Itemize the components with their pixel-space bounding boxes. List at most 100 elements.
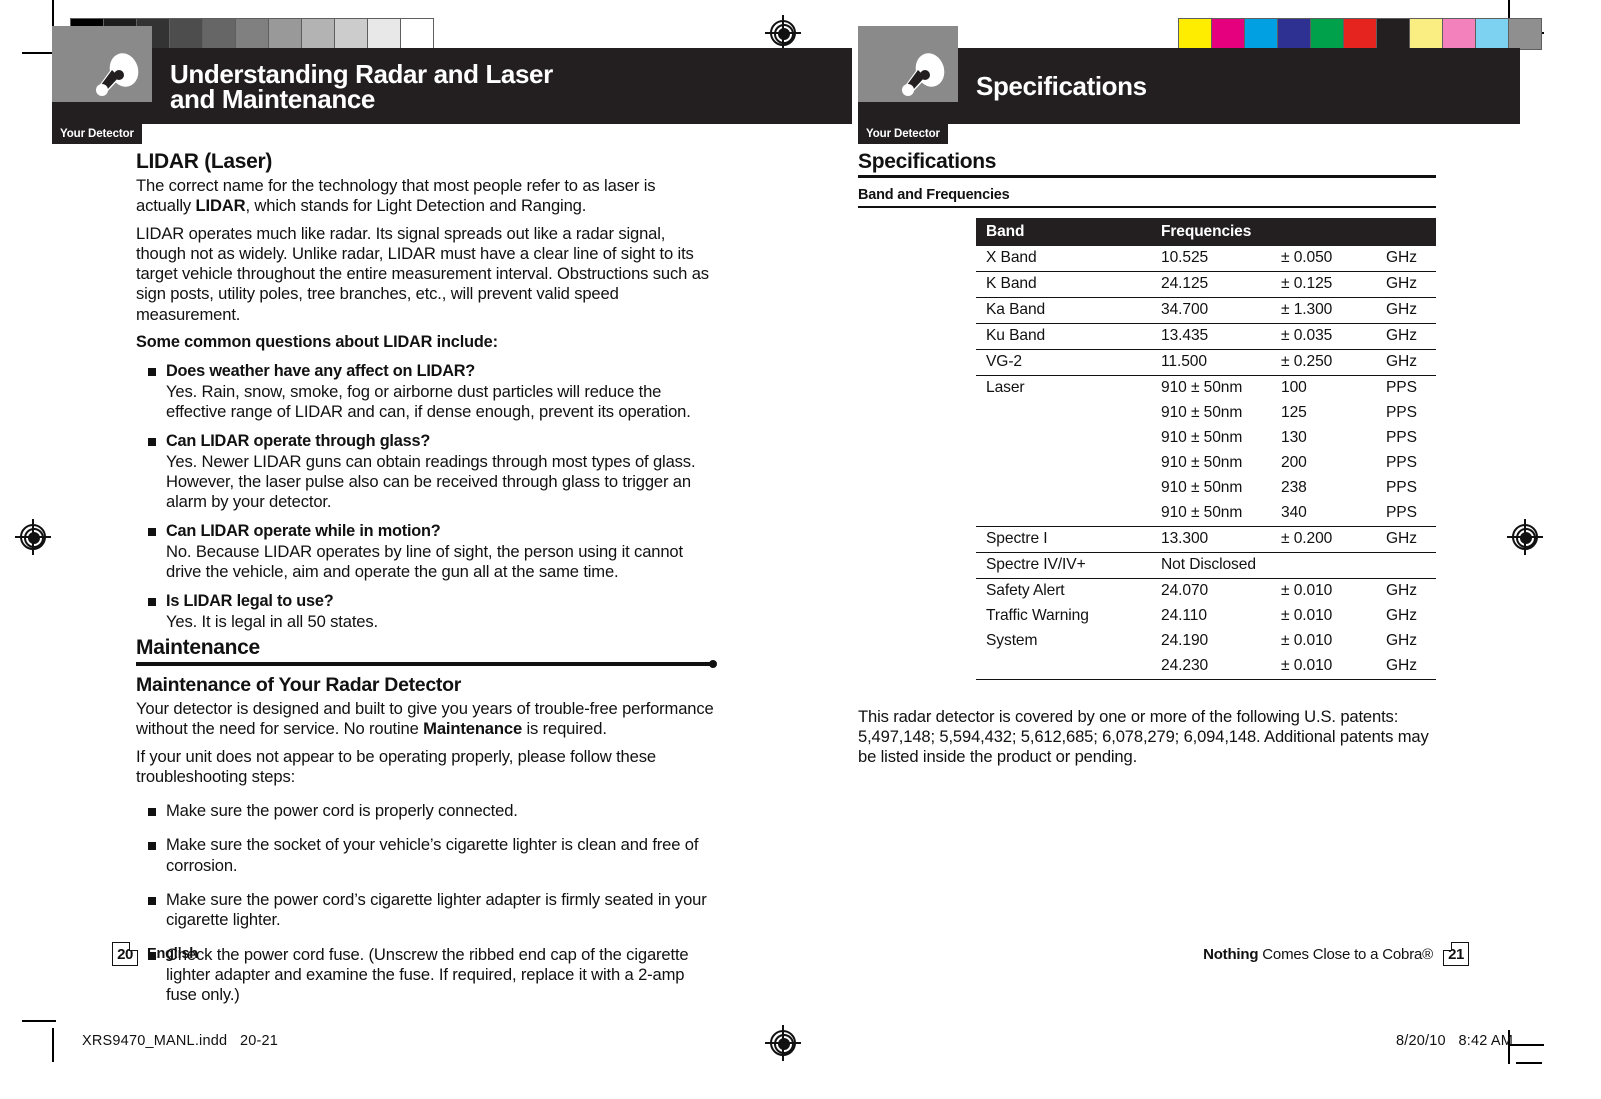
- cell-unit: PPS: [1376, 500, 1436, 527]
- left-page-header: Your Detector Understanding Radar and La…: [52, 26, 852, 144]
- cell-tolerance: ± 0.010: [1281, 632, 1333, 649]
- cell-frequency: 24.070: [1161, 582, 1209, 599]
- cell-frequency: 910 ± 50nm: [1151, 500, 1271, 527]
- cell-unit: PPS: [1386, 429, 1417, 446]
- cobra-tagline: Nothing Comes Close to a Cobra®: [1203, 946, 1433, 963]
- process-swatch: [1344, 19, 1376, 49]
- print-slug-timestamp: 8/20/10 8:42 AM: [1396, 1033, 1513, 1049]
- cell-tolerance: 238: [1281, 479, 1307, 496]
- cell-tolerance: ± 0.035: [1271, 323, 1376, 350]
- crop-mark-bottom-left-v: [52, 1028, 54, 1062]
- lidar-paragraph-1: The correct name for the technology that…: [136, 176, 714, 217]
- left-page-title-line2: and Maintenance: [170, 84, 375, 114]
- list-item: Can LIDAR operate while in motion? No. B…: [136, 521, 714, 582]
- lidar-paragraph-2: LIDAR operates much like radar. Its sign…: [136, 223, 709, 324]
- cell-frequency: 910 ± 50nm: [1161, 379, 1243, 396]
- table-row: System 24.190 ± 0.010 GHz: [976, 629, 1436, 654]
- table-row: Safety Alert 24.070 ± 0.010 GHz: [976, 578, 1436, 604]
- table-row: Ku Band 13.435 ± 0.035 GHz: [976, 323, 1436, 350]
- table-row: Ka Band 34.700 ± 1.300 GHz: [976, 297, 1436, 324]
- left-page-footer: 20 English: [112, 942, 198, 966]
- cell-frequency: 24.110: [1161, 607, 1207, 624]
- cell-frequency: 13.435: [1151, 323, 1271, 350]
- cell-band: [976, 476, 1151, 501]
- cell-tolerance: 125: [1281, 404, 1307, 421]
- cell-unit: GHz: [1386, 607, 1417, 624]
- process-swatch: [1410, 19, 1442, 49]
- cell-frequency: 24.125: [1151, 271, 1271, 298]
- cell-unit: GHz: [1376, 323, 1436, 350]
- process-swatch: [1212, 19, 1244, 49]
- process-swatch: [1509, 19, 1541, 49]
- cell-band: [976, 653, 1151, 680]
- cell-unit: GHz: [1376, 271, 1436, 298]
- cell-tolerance: 200: [1281, 454, 1307, 471]
- right-column-content: Specifications Band and Frequencies Band…: [858, 150, 1436, 784]
- slug-date: 8/20/10: [1396, 1033, 1446, 1049]
- table-row: 910 ± 50nm 130 PPS: [976, 426, 1436, 451]
- cell-tolerance: 100: [1281, 379, 1307, 396]
- cell-frequency: 24.230: [1151, 653, 1271, 680]
- grayscale-swatch: [269, 19, 301, 49]
- faq-answer: Yes. Newer LIDAR guns can obtain reading…: [166, 451, 696, 512]
- cell-unit: PPS: [1386, 404, 1417, 421]
- specifications-heading: Specifications: [858, 150, 997, 173]
- maintenance-paragraph-1: Your detector is designed and built to g…: [136, 699, 714, 740]
- lidar-heading: LIDAR (Laser): [136, 150, 273, 173]
- troubleshooting-step: Check the power cord fuse. (Unscrew the …: [166, 944, 689, 1005]
- footer-language-label: English: [147, 946, 198, 962]
- left-header-icon-panel: [52, 26, 152, 102]
- cell-frequency: 11.500: [1151, 349, 1271, 376]
- table-row: Traffic Warning 24.110 ± 0.010 GHz: [976, 604, 1436, 629]
- table-row: 910 ± 50nm 340 PPS: [976, 500, 1436, 527]
- faq-question: Is LIDAR legal to use?: [166, 592, 334, 611]
- table-row: 24.230 ± 0.010 GHz: [976, 653, 1436, 680]
- troubleshooting-step: Make sure the power cord is properly con…: [166, 801, 518, 821]
- table-row: 910 ± 50nm 238 PPS: [976, 476, 1436, 501]
- bullet-square-icon: [148, 842, 156, 851]
- cell-frequency: 910 ± 50nm: [1161, 454, 1243, 471]
- column-header-frequencies: Frequencies: [1151, 217, 1436, 246]
- list-item: Does weather have any affect on LIDAR? Y…: [136, 361, 714, 422]
- crop-mark-bottom-right-h: [1508, 1044, 1544, 1046]
- cell-frequency: 910 ± 50nm: [1161, 429, 1243, 446]
- cell-band: [976, 426, 1151, 451]
- right-detector-tab: Your Detector: [858, 124, 948, 144]
- cell-unit: GHz: [1386, 582, 1417, 599]
- cell-band: Laser: [986, 379, 1025, 396]
- cell-band: K Band: [976, 271, 1151, 298]
- list-item: Make sure the socket of your vehicle’s c…: [136, 835, 714, 876]
- crop-mark-bottom-left-h: [22, 1020, 56, 1022]
- cell-tolerance: ± 0.200: [1271, 526, 1376, 553]
- cell-band: Ku Band: [976, 323, 1151, 350]
- grayscale-swatch: [335, 19, 367, 49]
- cell-frequency: 910 ± 50nm: [1161, 479, 1243, 496]
- list-item: Is LIDAR legal to use? Yes. It is legal …: [136, 591, 714, 632]
- cell-band: Traffic Warning: [986, 607, 1089, 624]
- cell-band: [976, 401, 1151, 426]
- maintenance-rule: [136, 659, 717, 668]
- right-page-footer: Nothing Comes Close to a Cobra® 21: [1203, 942, 1469, 966]
- process-swatch: [1179, 19, 1211, 49]
- right-page-header: Your Detector Specifications: [858, 26, 1520, 144]
- cell-tolerance: ± 0.010: [1281, 607, 1333, 624]
- left-page-number: 20: [112, 942, 138, 966]
- list-item: Check the power cord fuse. (Unscrew the …: [136, 945, 714, 1006]
- right-page-title: Specifications: [976, 71, 1147, 101]
- bullet-square-icon: [148, 528, 156, 537]
- table-row: 910 ± 50nm 125 PPS: [976, 401, 1436, 426]
- registration-target-bottom: [765, 1025, 801, 1061]
- maint-para1-b: is required.: [522, 719, 607, 739]
- cell-tolerance: ± 1.300: [1271, 297, 1376, 324]
- cell-band: Ka Band: [976, 297, 1151, 324]
- left-column-content: LIDAR (Laser) The correct name for the t…: [136, 150, 717, 1006]
- cell-unit: GHz: [1376, 653, 1436, 680]
- cell-unit: GHz: [1376, 349, 1436, 376]
- cell-frequency: 24.190: [1161, 632, 1209, 649]
- crop-mark-top-left-h: [22, 52, 56, 54]
- lidar-faq-list: Does weather have any affect on LIDAR? Y…: [136, 361, 714, 632]
- process-color-bar: [1178, 18, 1542, 50]
- bullet-square-icon: [148, 368, 156, 377]
- right-header-icon-panel: [858, 26, 958, 102]
- cell-unit: PPS: [1386, 379, 1417, 396]
